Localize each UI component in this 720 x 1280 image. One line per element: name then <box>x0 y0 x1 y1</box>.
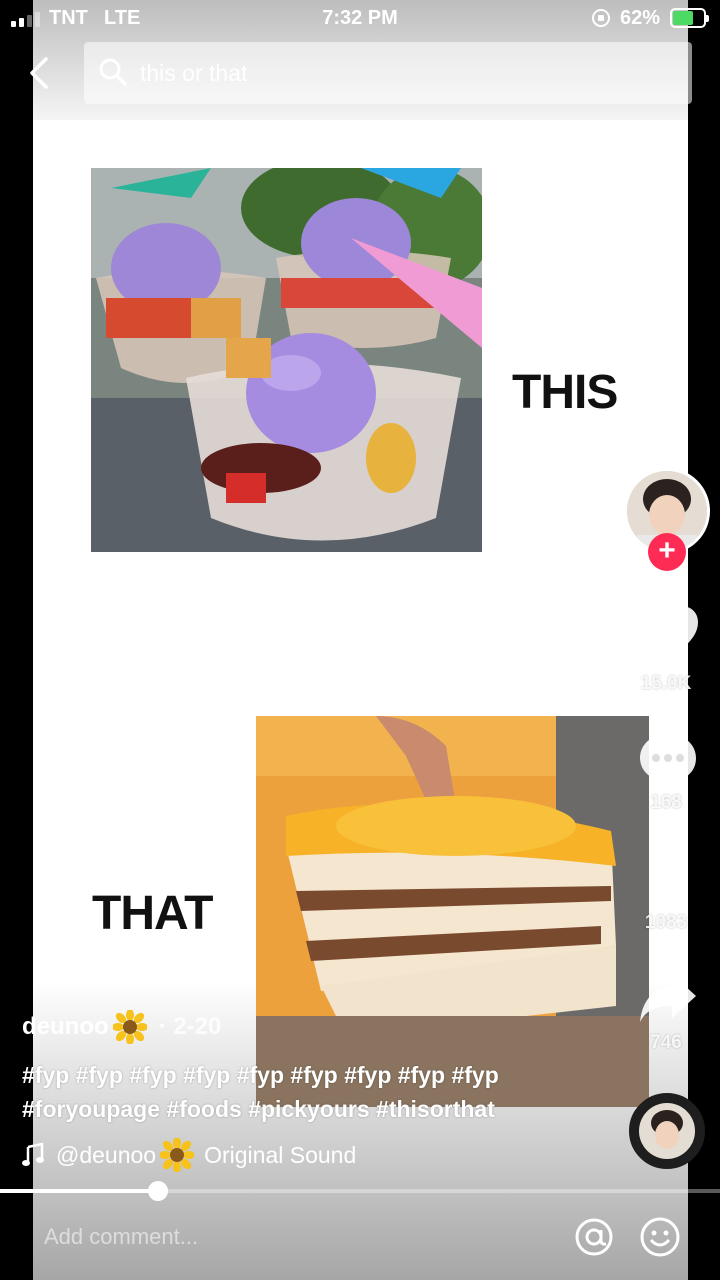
label-that: THAT <box>92 887 213 940</box>
search-icon <box>98 57 128 87</box>
back-arrow-icon[interactable] <box>26 56 56 90</box>
comment-icon[interactable] <box>636 730 700 790</box>
comment-input[interactable]: Add comment... <box>44 1224 198 1250</box>
battery-icon <box>670 8 709 28</box>
video-progress-bar[interactable] <box>0 1181 720 1201</box>
music-note-icon <box>22 1142 44 1167</box>
post-date: · 2-20 <box>158 1013 222 1040</box>
progress-fill <box>0 1189 159 1193</box>
shares-count: 746 <box>650 1032 682 1053</box>
battery-percent: 62% <box>620 7 661 29</box>
bookmark-icon[interactable] <box>636 852 700 912</box>
hashtags-line-1[interactable]: #fyp #fyp #fyp #fyp #fyp #fyp #fyp #fyp … <box>22 1058 582 1092</box>
sunflower-icon <box>111 1009 148 1045</box>
sunflower-icon <box>159 1137 196 1173</box>
emoji-icon[interactable] <box>639 1216 681 1258</box>
username-text: deunoo <box>22 1013 109 1040</box>
label-this: THIS <box>512 366 618 419</box>
mango-float-image <box>256 716 649 1107</box>
comments-count: 168 <box>650 792 682 813</box>
creator-username[interactable]: deunoo · 2-20 <box>22 1009 222 1045</box>
sound-disc[interactable] <box>629 1093 705 1169</box>
search-query: this or that <box>140 60 248 86</box>
clock: 7:32 PM <box>322 7 398 29</box>
caption-hashtags[interactable]: #fyp #fyp #fyp #fyp #fyp #fyp #fyp #fyp … <box>22 1058 582 1126</box>
heart-icon[interactable] <box>636 604 700 664</box>
sound-title: Original Sound <box>204 1141 357 1168</box>
hashtags-line-2[interactable]: #foryoupage #foods #pickyours #thisortha… <box>22 1092 582 1126</box>
halo-halo-image <box>91 168 482 552</box>
share-icon[interactable] <box>636 968 700 1028</box>
search-bar[interactable]: this or that <box>84 42 692 104</box>
rotation-lock-icon <box>592 9 610 27</box>
status-bar: TNT LTE 7:32 PM 62% <box>0 0 720 38</box>
comment-bar: Add comment... <box>33 1198 688 1280</box>
play-icon[interactable] <box>322 598 398 686</box>
saves-count: 1083 <box>644 912 688 933</box>
follow-button[interactable]: + <box>648 533 686 571</box>
sound-user: @deunoo <box>56 1141 157 1168</box>
likes-count: 15.0K <box>640 673 692 694</box>
at-mention-icon[interactable] <box>573 1216 615 1258</box>
sound-info[interactable]: @deunoo Original Sound <box>22 1137 357 1173</box>
